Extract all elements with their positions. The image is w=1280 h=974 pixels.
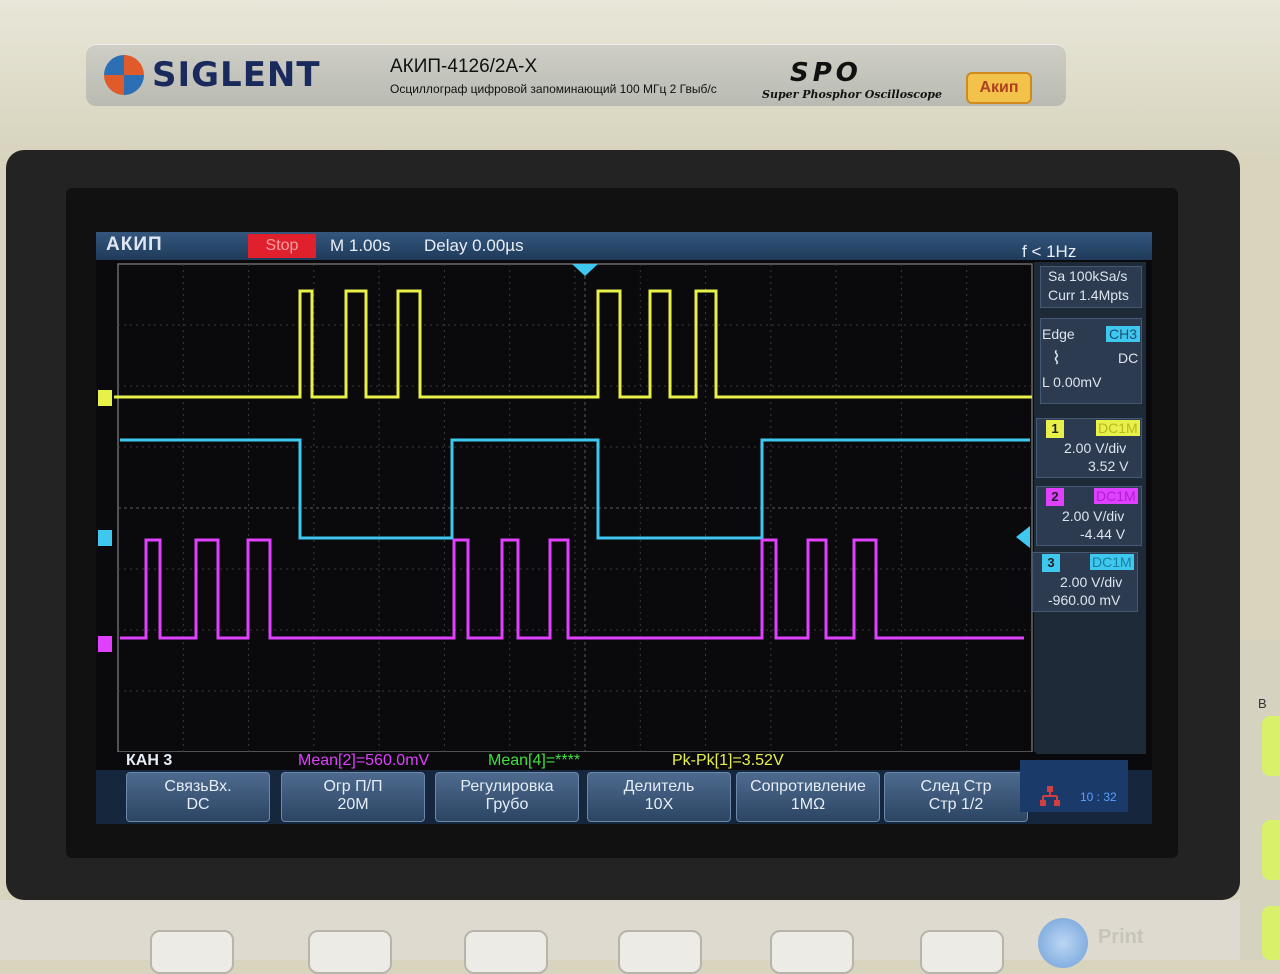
ch2-ground-marker[interactable]	[98, 636, 112, 652]
brand-name: SIGLENT	[152, 55, 321, 95]
softkey-3[interactable]	[464, 930, 548, 974]
menu-bw-limit-button[interactable]: Огр П/П 20M	[281, 772, 425, 822]
ch3-coupling: DC1M	[1090, 554, 1134, 570]
model-description: Осциллограф цифровой запоминающий 100 МГ…	[390, 82, 717, 96]
trigger-source: CH3	[1106, 326, 1141, 342]
graticule	[117, 263, 1033, 753]
menu-next-page-button[interactable]: След Стр Стр 1/2	[884, 772, 1028, 822]
side-button-green-2[interactable]	[1262, 820, 1280, 880]
measurement-mean-ch4: Mean[4]=****	[488, 752, 581, 769]
ch3-vdiv: 2.00 V/div	[1060, 574, 1123, 590]
menu-probe-label: Делитель	[623, 778, 695, 795]
menu-channel-title: КАН 3	[126, 752, 173, 769]
memory-depth: Curr 1.4Mpts	[1048, 287, 1129, 303]
print-button[interactable]: Print	[1098, 926, 1144, 949]
trigger-coupling: DC	[1118, 350, 1139, 366]
menu-impedance-button[interactable]: Сопротивление 1MΩ	[736, 772, 880, 822]
frequency-readout: f < 1Hz	[1022, 242, 1077, 261]
measurement-pkpk-ch1: Pk-Pk[1]=3.52V	[672, 752, 784, 769]
ch1-offset: 3.52 V	[1088, 458, 1129, 474]
channel-markers	[98, 390, 112, 652]
ch3-label: 3	[1042, 554, 1060, 572]
menu-coupling-value: DC	[186, 796, 210, 813]
clock-area	[1020, 760, 1128, 812]
trigger-position-marker	[572, 264, 598, 276]
ch2-offset: -4.44 V	[1080, 526, 1126, 542]
akip-badge: Акип	[966, 72, 1032, 104]
run-stop-indicator[interactable]: Stop	[248, 234, 316, 258]
sample-rate: Sa 100kSa/s	[1048, 268, 1128, 284]
ch3-ground-marker[interactable]	[98, 530, 112, 546]
trigger-type: Edge	[1042, 326, 1075, 342]
ch2-coupling: DC1M	[1094, 488, 1138, 504]
ch2-vdiv: 2.00 V/div	[1062, 508, 1125, 524]
network-icon	[1040, 786, 1060, 806]
ch1-coupling: DC1M	[1096, 420, 1140, 436]
siglent-logo: SIGLENT	[104, 52, 321, 98]
side-button-green-3[interactable]	[1262, 906, 1280, 960]
menu-probe-value: 10X	[644, 796, 674, 813]
softkey-6[interactable]	[920, 930, 1004, 974]
menu-next-page-label: След Стр	[920, 778, 992, 795]
ch1-label: 1	[1046, 420, 1064, 438]
ch2-waveform	[120, 538, 1024, 640]
trigger-level: L 0.00mV	[1042, 374, 1102, 390]
menu-bw-limit-value: 20M	[337, 796, 369, 813]
softkey-4[interactable]	[618, 930, 702, 974]
softkey-2[interactable]	[308, 930, 392, 974]
model-name: АКИП-4126/2А-Х	[390, 56, 538, 77]
menu-impedance-value: 1MΩ	[790, 796, 826, 813]
softkey-5[interactable]	[770, 930, 854, 974]
menu-coupling-button[interactable]: СвязьВх. DC	[126, 772, 270, 822]
clock-time: 10 : 32	[1080, 790, 1117, 804]
delay-readout: Delay 0.00µs	[424, 236, 524, 255]
side-label-b: B	[1258, 696, 1267, 711]
menu-impedance-label: Сопротивление	[750, 778, 866, 795]
ch2-label: 2	[1046, 488, 1064, 506]
menu-coupling-label: СвязьВх.	[164, 778, 232, 795]
side-button-green-1[interactable]	[1262, 716, 1280, 776]
display-logo: АКИП	[106, 234, 163, 255]
ch1-waveform	[114, 289, 1032, 399]
menu-off-button[interactable]	[1038, 918, 1088, 968]
menu-volts-adjust-value: Грубо	[485, 796, 529, 813]
menu-probe-button[interactable]: Делитель 10X	[587, 772, 731, 822]
measurement-mean-ch2: Mean[2]=560.0mV	[298, 752, 430, 769]
falling-edge-icon: ⌇	[1052, 348, 1061, 368]
ch1-ground-marker[interactable]	[98, 390, 112, 406]
softkey-1[interactable]	[150, 930, 234, 974]
waveform-area	[98, 263, 1033, 753]
timebase-readout: M 1.00s	[330, 236, 391, 255]
menu-volts-adjust-button[interactable]: Регулировка Грубо	[435, 772, 579, 822]
ch3-offset: -960.00 mV	[1048, 592, 1121, 608]
ch1-vdiv: 2.00 V/div	[1064, 440, 1127, 456]
siglent-logo-icon	[104, 55, 144, 95]
menu-bw-limit-label: Огр П/П	[323, 778, 383, 795]
series-logo: SPO	[790, 58, 862, 88]
menu-volts-adjust-label: Регулировка	[460, 778, 554, 795]
menu-next-page-value: Стр 1/2	[928, 796, 984, 813]
trigger-level-marker	[1016, 526, 1030, 548]
series-full-name: Super Phosphor Oscilloscope	[762, 88, 942, 101]
